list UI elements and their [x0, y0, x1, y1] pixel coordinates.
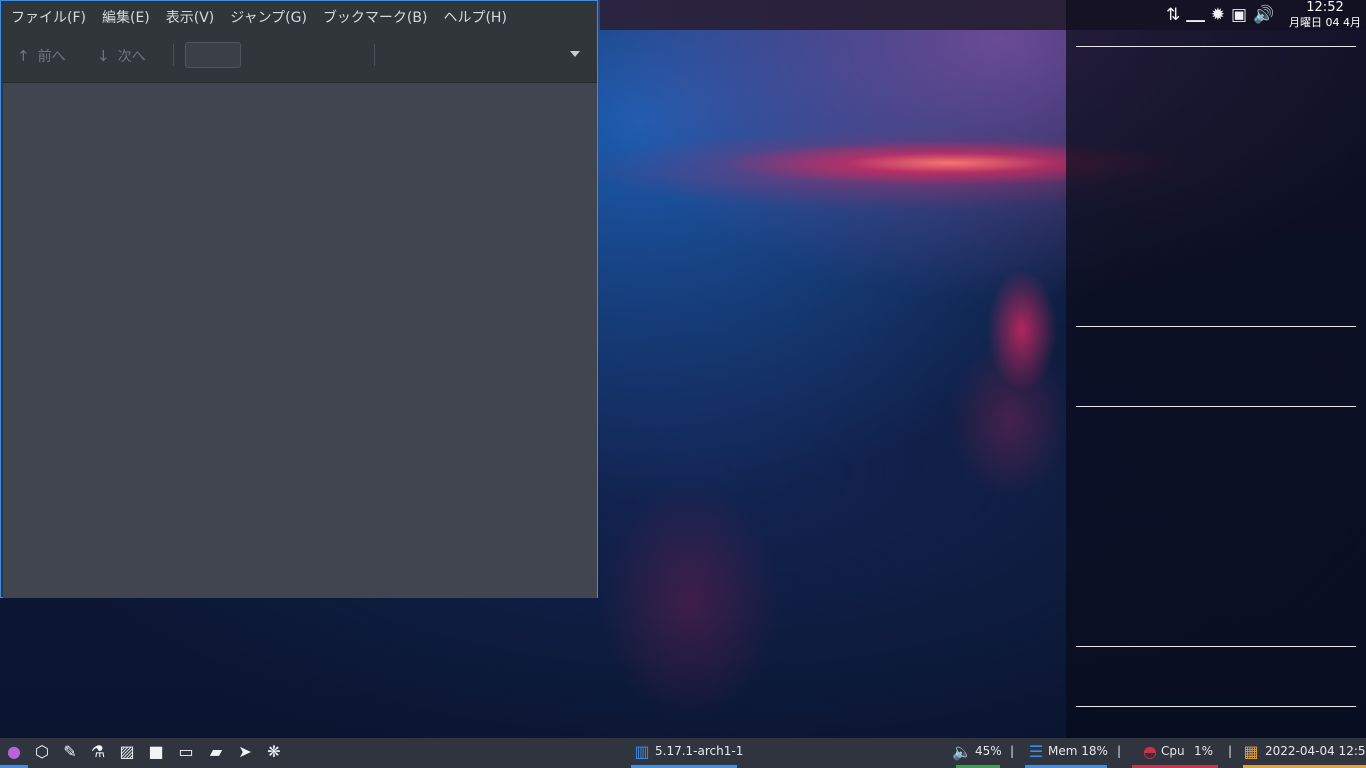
wallpaper-right-shade: [1066, 0, 1366, 738]
cpu-label: Cpu: [1161, 744, 1185, 758]
document-area[interactable]: [3, 82, 597, 598]
paw-icon[interactable]: ❋: [260, 738, 288, 766]
menubar: ファイル(F) 編集(E) 表示(V) ジャンプ(G) ブックマーク(B) ヘル…: [1, 5, 513, 31]
clock-time: 12:52: [1306, 0, 1344, 15]
volume-icon[interactable]: 🔊: [1253, 4, 1274, 26]
desktop-widget-line: [1076, 326, 1356, 327]
clock[interactable]: 12:52 月曜日 04 4月: [1286, 0, 1364, 31]
network-transfer-icon[interactable]: ⇅: [1166, 4, 1180, 26]
toolbar: ↑ 前へ ↓ 次へ: [1, 39, 597, 73]
folder-icon[interactable]: ▰: [202, 738, 230, 766]
menu-go[interactable]: ジャンプ(G): [220, 5, 307, 31]
cpu-gauge-icon: ◓: [1143, 742, 1157, 761]
arrow-up-icon: ↑: [17, 47, 30, 65]
page-number-input[interactable]: [185, 42, 241, 68]
toolbar-separator: [173, 44, 174, 66]
battery-icon[interactable]: ▁▁: [1186, 4, 1204, 26]
flask-icon[interactable]: ⚗: [84, 738, 112, 766]
desktop-widget-line: [1076, 646, 1356, 647]
volume-icon[interactable]: 🔈: [948, 738, 976, 766]
menu-bookmarks[interactable]: ブックマーク(B): [313, 5, 428, 31]
desktop-widget-line: [1076, 46, 1356, 47]
volume-value[interactable]: 45%: [975, 738, 1002, 766]
clock-date: 月曜日 04 4月: [1289, 16, 1361, 29]
color-picker-icon[interactable]: ✎: [56, 738, 84, 766]
image-icon[interactable]: ▣: [1231, 4, 1247, 26]
toolbar-separator: [374, 44, 375, 66]
next-page-button[interactable]: ↓ 次へ: [97, 39, 146, 73]
calendar-icon: ▦: [1243, 742, 1259, 761]
globe-icon[interactable]: ●: [0, 738, 28, 766]
menu-help[interactable]: ヘルプ(H): [433, 5, 506, 31]
desktop-widget-line: [1076, 706, 1356, 707]
memory-icon: ☰: [1028, 742, 1044, 761]
system-tray: ⇅ ▁▁ ✹ ▣ 🔊: [1166, 4, 1280, 26]
video-icon[interactable]: ■: [142, 738, 170, 766]
arrow-down-icon: ↓: [97, 47, 110, 65]
document-viewer-window[interactable]: ファイル(F) 編集(E) 表示(V) ジャンプ(G) ブックマーク(B) ヘル…: [0, 0, 598, 598]
bank-icon: ▥: [634, 742, 650, 761]
memory-usage: Mem 18%: [1048, 744, 1108, 758]
settings-icon[interactable]: ✹: [1211, 4, 1225, 26]
menu-file[interactable]: ファイル(F): [1, 5, 86, 31]
separator: |: [1117, 744, 1122, 758]
previous-label: 前へ: [37, 49, 66, 65]
cpu-usage: 1%: [1194, 744, 1214, 758]
taskbar: ● ⬡ ✎ ⚗ ▨ ■ ▭ ▰ ➤ ❋ ▥ 5.17.1-arch1-1 🔈 4…: [0, 738, 1366, 768]
menu-edit[interactable]: 編集(E): [92, 5, 150, 31]
separator: |: [1010, 744, 1015, 758]
menu-view[interactable]: 表示(V): [156, 5, 215, 31]
cube-icon[interactable]: ⬡: [28, 738, 56, 766]
previous-page-button[interactable]: ↑ 前へ: [17, 39, 66, 73]
kernel-version: 5.17.1-arch1-1: [655, 744, 744, 758]
chevron-down-icon[interactable]: [570, 51, 580, 57]
taskbar-datetime[interactable]: 2022-04-04 12:51: [1265, 738, 1366, 766]
separator: |: [1228, 744, 1233, 758]
desktop-widget-line: [1076, 406, 1356, 407]
next-label: 次へ: [117, 49, 146, 65]
image-viewer-icon[interactable]: ▨: [113, 738, 141, 766]
telegram-icon[interactable]: ➤: [231, 738, 259, 766]
laptop-icon[interactable]: ▭: [172, 738, 200, 766]
